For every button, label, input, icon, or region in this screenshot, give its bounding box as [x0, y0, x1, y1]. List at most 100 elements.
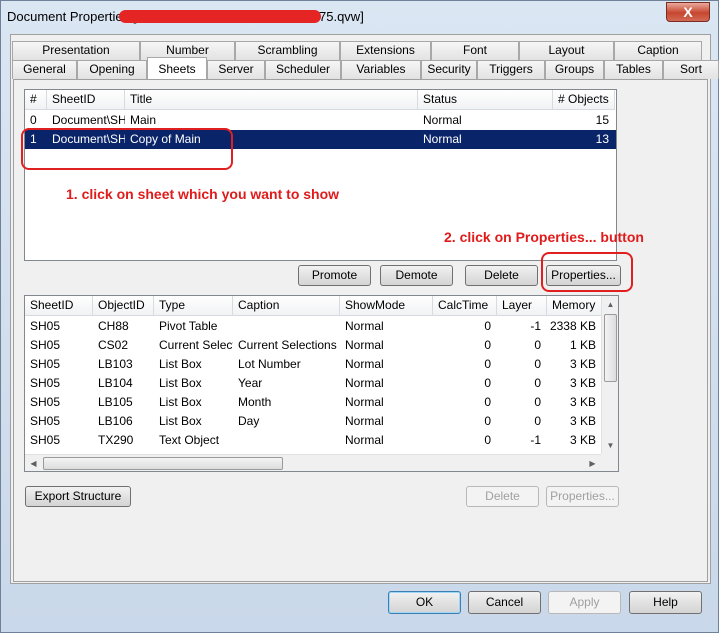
scroll-down-icon[interactable]: ▼	[602, 437, 619, 454]
objects-col-header[interactable]: ObjectID	[93, 296, 154, 316]
cancel-button[interactable]: Cancel	[468, 591, 541, 614]
tab-groups[interactable]: Groups	[545, 60, 604, 79]
tab-variables[interactable]: Variables	[341, 60, 421, 79]
object-cell-layer[interactable]: 0	[497, 412, 547, 431]
object-cell-sheet[interactable]: SH05	[25, 431, 93, 450]
promote-button[interactable]: Promote	[298, 265, 371, 286]
object-cell-caption[interactable]: Day	[233, 412, 340, 431]
object-cell-mode[interactable]: Normal	[340, 412, 433, 431]
sheets-col-header[interactable]: Status	[418, 90, 553, 110]
scroll-right-icon[interactable]: ▶	[584, 455, 601, 472]
apply-button[interactable]: Apply	[548, 591, 621, 614]
object-cell-obj[interactable]: LB103	[93, 355, 154, 374]
sheets-col-header[interactable]: SheetID	[47, 90, 125, 110]
object-cell-type[interactable]: Current Selectio	[154, 336, 233, 355]
object-cell-calc[interactable]: 0	[433, 431, 497, 450]
object-cell-type[interactable]: List Box	[154, 374, 233, 393]
object-cell-mode[interactable]: Normal	[340, 431, 433, 450]
tab-caption[interactable]: Caption	[614, 41, 702, 60]
object-properties-button[interactable]: Properties...	[546, 486, 619, 507]
close-button[interactable]: X	[666, 2, 710, 22]
object-cell-caption[interactable]	[233, 431, 340, 450]
object-cell-calc[interactable]: 0	[433, 374, 497, 393]
object-cell-calc[interactable]: 0	[433, 412, 497, 431]
help-button[interactable]: Help	[629, 591, 702, 614]
sheet-cell-status[interactable]: Normal	[418, 130, 553, 149]
delete-sheet-button[interactable]: Delete	[465, 265, 538, 286]
title-bar[interactable]: Document Properties [ 75.qvw] X	[1, 1, 718, 31]
object-cell-mem[interactable]: 1 KB	[547, 336, 602, 355]
object-cell-sheet[interactable]: SH05	[25, 336, 93, 355]
tab-opening[interactable]: Opening	[77, 60, 147, 79]
object-cell-layer[interactable]: 0	[497, 374, 547, 393]
object-cell-layer[interactable]: -1	[497, 431, 547, 450]
export-structure-button[interactable]: Export Structure	[25, 486, 131, 507]
vertical-scroll-thumb[interactable]	[604, 314, 617, 382]
object-cell-obj[interactable]: TX290	[93, 431, 154, 450]
objects-list[interactable]: SheetID ObjectID Type Caption ShowMode CalcTi…	[24, 295, 619, 472]
tab-scrambling[interactable]: Scrambling	[235, 41, 340, 60]
sheets-col-header[interactable]: #	[25, 90, 47, 110]
tab-triggers[interactable]: Triggers	[477, 60, 545, 79]
tab-tables[interactable]: Tables	[604, 60, 663, 79]
object-cell-mem[interactable]: 2338 KB	[547, 317, 602, 336]
object-cell-mode[interactable]: Normal	[340, 355, 433, 374]
demote-button[interactable]: Demote	[380, 265, 453, 286]
sheets-col-header[interactable]: Title	[125, 90, 418, 110]
tab-sheets[interactable]: Sheets	[147, 57, 207, 79]
tab-security[interactable]: Security	[421, 60, 477, 79]
object-cell-sheet[interactable]: SH05	[25, 317, 93, 336]
object-cell-mode[interactable]: Normal	[340, 393, 433, 412]
object-cell-caption[interactable]: Year	[233, 374, 340, 393]
objects-col-header[interactable]: Type	[154, 296, 233, 316]
object-cell-mode[interactable]: Normal	[340, 374, 433, 393]
object-cell-mode[interactable]: Normal	[340, 317, 433, 336]
objects-col-header[interactable]: Layer	[497, 296, 547, 316]
tab-layout[interactable]: Layout	[519, 41, 614, 60]
object-cell-sheet[interactable]: SH05	[25, 393, 93, 412]
object-cell-calc[interactable]: 0	[433, 336, 497, 355]
scroll-up-icon[interactable]: ▲	[602, 296, 619, 313]
scroll-left-icon[interactable]: ◀	[25, 455, 42, 472]
object-cell-obj[interactable]: CS02	[93, 336, 154, 355]
object-cell-type[interactable]: List Box	[154, 412, 233, 431]
objects-vertical-scrollbar[interactable]: ▲ ▼	[601, 296, 618, 454]
objects-col-header[interactable]: Caption	[233, 296, 340, 316]
delete-object-button[interactable]: Delete	[466, 486, 539, 507]
object-cell-layer[interactable]: 0	[497, 393, 547, 412]
object-cell-mem[interactable]: 3 KB	[547, 393, 602, 412]
ok-button[interactable]: OK	[388, 591, 461, 614]
horizontal-scroll-thumb[interactable]	[43, 457, 283, 470]
sheet-properties-button[interactable]: Properties...	[546, 265, 621, 286]
object-cell-calc[interactable]: 0	[433, 393, 497, 412]
object-cell-calc[interactable]: 0	[433, 355, 497, 374]
sheets-col-header[interactable]: # Objects	[553, 90, 615, 110]
objects-col-header[interactable]: Memory	[547, 296, 602, 316]
object-cell-layer[interactable]: 0	[497, 336, 547, 355]
object-cell-layer[interactable]: 0	[497, 355, 547, 374]
tab-sort[interactable]: Sort	[663, 60, 719, 79]
tab-server[interactable]: Server	[207, 60, 265, 79]
object-cell-caption[interactable]: Month	[233, 393, 340, 412]
object-cell-type[interactable]: Pivot Table	[154, 317, 233, 336]
object-cell-type[interactable]: List Box	[154, 355, 233, 374]
object-cell-obj[interactable]: CH88	[93, 317, 154, 336]
sheet-cell-objects[interactable]: 13	[553, 130, 615, 149]
object-cell-caption[interactable]	[233, 317, 340, 336]
tab-font[interactable]: Font	[431, 41, 519, 60]
object-cell-obj[interactable]: LB104	[93, 374, 154, 393]
object-cell-mem[interactable]: 3 KB	[547, 431, 602, 450]
sheet-cell-status[interactable]: Normal	[418, 111, 553, 130]
object-cell-sheet[interactable]: SH05	[25, 355, 93, 374]
object-cell-sheet[interactable]: SH05	[25, 374, 93, 393]
object-cell-caption[interactable]: Current Selections	[233, 336, 340, 355]
object-cell-type[interactable]: Text Object	[154, 431, 233, 450]
tab-scheduler[interactable]: Scheduler	[265, 60, 341, 79]
object-cell-obj[interactable]: LB106	[93, 412, 154, 431]
object-cell-layer[interactable]: -1	[497, 317, 547, 336]
objects-col-header[interactable]: CalcTime	[433, 296, 497, 316]
object-cell-mem[interactable]: 3 KB	[547, 355, 602, 374]
tab-presentation[interactable]: Presentation	[12, 41, 140, 60]
object-cell-mode[interactable]: Normal	[340, 336, 433, 355]
tab-extensions[interactable]: Extensions	[340, 41, 431, 60]
